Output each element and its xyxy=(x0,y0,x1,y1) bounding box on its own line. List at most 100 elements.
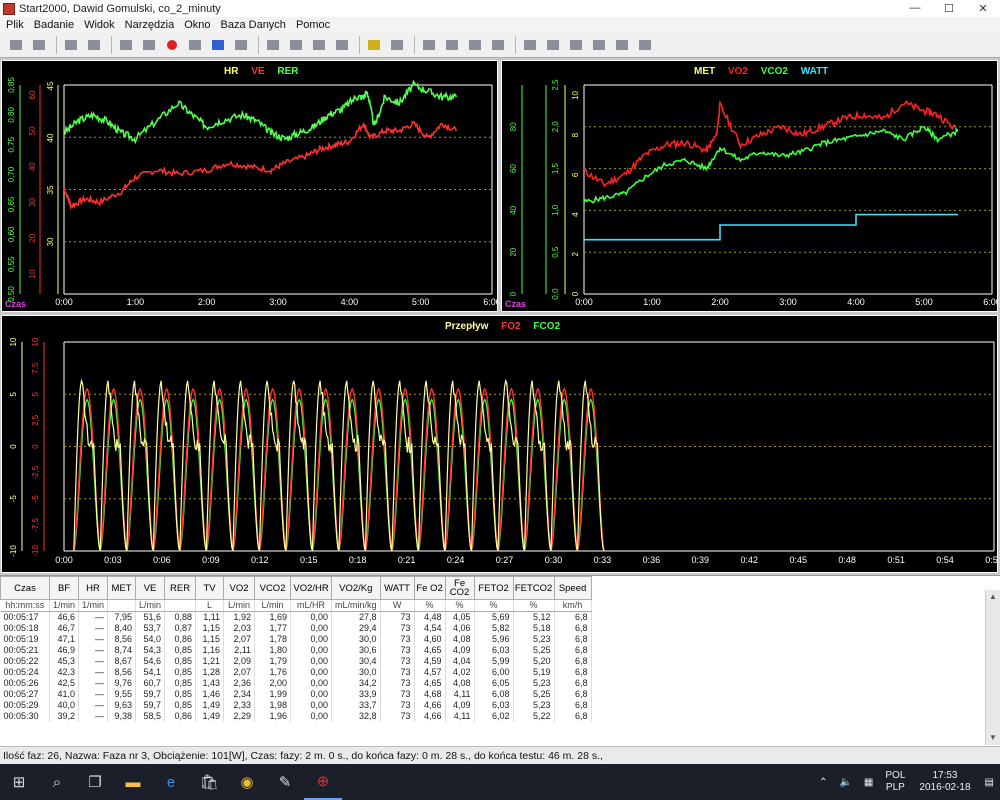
search-icon[interactable]: ⌕ xyxy=(38,764,76,800)
table-row[interactable]: 00:05:17 46,6—7,95 51,6 0,88 1,11 1,92 1,69 0,0… xyxy=(0,611,592,623)
notifications-icon[interactable]: ▤ xyxy=(985,777,994,788)
table-row[interactable]: 00:05:26 42,5—9,76 60,7 0,85 1,43 2,36 2,00 0,0… xyxy=(0,678,592,689)
arrow-right-icon[interactable] xyxy=(116,36,136,54)
chrome-icon[interactable]: ◉ xyxy=(228,764,266,800)
menu-baza-danych[interactable]: Baza Danych xyxy=(221,19,286,31)
zoom-minus-icon[interactable] xyxy=(488,36,508,54)
column-header[interactable]: FETCO2 xyxy=(512,576,555,600)
co-icon[interactable] xyxy=(635,36,655,54)
print-icon[interactable] xyxy=(61,36,81,54)
table-row[interactable]: 00:05:18 46,7—8,40 53,7 0,87 1,15 2,03 1,77 0,0… xyxy=(0,623,592,634)
column-header[interactable]: VO2/Kg xyxy=(331,576,381,600)
table-cell: 5,82 xyxy=(474,623,514,634)
maximize-button[interactable]: ☐ xyxy=(932,2,966,15)
menu-narzedzia[interactable]: Narzędzia xyxy=(125,19,175,31)
settings-icon[interactable] xyxy=(309,36,329,54)
app-icon[interactable]: ✎ xyxy=(266,764,304,800)
ve-tick-label: 40 xyxy=(28,162,37,171)
table-cell: 29,4 xyxy=(331,623,381,634)
import-icon[interactable] xyxy=(263,36,283,54)
column-header[interactable]: WATT xyxy=(379,576,415,600)
go-icon[interactable] xyxy=(139,36,159,54)
column-header[interactable]: VO2 xyxy=(223,576,256,600)
task-view-icon[interactable]: ❐ xyxy=(76,764,114,800)
table-cell: 2,33 xyxy=(223,700,256,711)
store-icon[interactable]: 🛍 xyxy=(190,764,228,800)
menu-badanie[interactable]: Badanie xyxy=(34,19,74,31)
table-row[interactable]: 00:05:19 47,1—8,56 54,0 0,86 1,15 2,07 1,78 0,0… xyxy=(0,634,592,645)
column-header[interactable]: Fe CO2 xyxy=(444,576,475,600)
open-icon[interactable] xyxy=(6,36,26,54)
start2000-icon[interactable]: ⊕ xyxy=(304,764,342,800)
fo2-tick-label: -5 xyxy=(31,495,40,503)
table-cell: 0,00 xyxy=(290,678,333,689)
menu-okno[interactable]: Okno xyxy=(184,19,210,31)
table-row[interactable]: 00:05:22 45,3—8,67 54,6 0,85 1,21 2,09 1,79 0,0… xyxy=(0,656,592,667)
volume-icon[interactable]: 🔈 xyxy=(839,777,851,788)
preview-icon[interactable] xyxy=(84,36,104,54)
table-cell: 2,00 xyxy=(254,678,292,689)
zoom-plus-icon[interactable] xyxy=(465,36,485,54)
column-header[interactable]: MET xyxy=(107,576,137,600)
pointer-icon[interactable] xyxy=(185,36,205,54)
table-row[interactable]: 00:05:30 39,2—9,38 58,5 0,86 1,49 2,29 1,96 0,0… xyxy=(0,711,592,722)
scroll-down-arrow-icon[interactable]: ▼ xyxy=(986,731,1000,745)
met-tick-label: 8 xyxy=(571,132,580,137)
scroll-up-arrow-icon[interactable]: ▲ xyxy=(986,590,1000,604)
question-icon[interactable] xyxy=(364,36,384,54)
table-row[interactable]: 00:05:24 42,3—8,56 54,1 0,85 1,28 2,07 1,76 0,0… xyxy=(0,667,592,678)
column-header[interactable]: VE xyxy=(135,576,166,600)
column-header[interactable]: Czas xyxy=(0,576,50,600)
chart-icon[interactable] xyxy=(543,36,563,54)
column-header[interactable]: FETO2 xyxy=(473,576,514,600)
x-tick-label: 0:00 xyxy=(55,297,73,307)
calculator-icon[interactable] xyxy=(231,36,251,54)
unit-cell: mL/HR xyxy=(290,599,333,612)
table-cell: 0,85 xyxy=(164,700,197,711)
table-row[interactable]: 00:05:29 40,0—9,63 59,7 0,85 1,49 2,33 1,98 0,0… xyxy=(0,700,592,711)
windows-start-icon[interactable]: ⊞ xyxy=(0,764,38,800)
menu-plik[interactable]: Plik xyxy=(6,19,24,31)
column-header[interactable]: TV xyxy=(195,576,225,600)
zoom-in-icon[interactable] xyxy=(419,36,439,54)
menu-bar: Plik Badanie Widok Narzędzia Okno Baza D… xyxy=(0,17,1000,32)
grid-icon[interactable] xyxy=(612,36,632,54)
menu-pomoc[interactable]: Pomoc xyxy=(296,19,330,31)
wrench-icon[interactable] xyxy=(332,36,352,54)
column-header[interactable]: RER xyxy=(164,576,197,600)
chevron-up-icon[interactable]: ⌃ xyxy=(819,777,827,788)
column-header[interactable]: Fe O2 xyxy=(413,576,446,600)
menu-widok[interactable]: Widok xyxy=(84,19,115,31)
table-cell: 5,19 xyxy=(513,667,555,678)
wave-icon[interactable] xyxy=(520,36,540,54)
table-row[interactable]: 00:05:27 41,0—9,55 59,7 0,85 1,46 2,34 1,99 0,0… xyxy=(0,689,592,700)
ve-tick-label: 50 xyxy=(28,126,37,135)
table-cell: 40,0 xyxy=(49,700,80,711)
table-row[interactable]: 00:05:21 46,9—8,74 54,3 0,85 1,16 2,11 1,80 0,0… xyxy=(0,645,592,656)
column-header[interactable]: BF xyxy=(48,576,80,600)
language-indicator[interactable]: POL PLP xyxy=(885,770,905,794)
edge-icon[interactable]: e xyxy=(152,764,190,800)
table-cell: 00:05:22 xyxy=(0,656,50,667)
minimize-button[interactable]: — xyxy=(898,2,932,15)
export-icon[interactable] xyxy=(286,36,306,54)
table-icon[interactable] xyxy=(589,36,609,54)
network-icon[interactable]: ▦ xyxy=(864,777,873,788)
table-cell: — xyxy=(78,645,109,656)
pen-icon[interactable] xyxy=(208,36,228,54)
table-scrollbar[interactable]: ▲ ▼ xyxy=(985,590,1000,745)
column-header[interactable]: Speed xyxy=(553,576,592,600)
clock[interactable]: 17:53 2016-02-18 xyxy=(919,770,970,794)
hand-icon[interactable] xyxy=(387,36,407,54)
save-icon[interactable] xyxy=(29,36,49,54)
column-header[interactable]: HR xyxy=(78,576,109,600)
hr-tick-label: 40 xyxy=(46,133,55,142)
close-button[interactable]: ✕ xyxy=(966,2,1000,15)
zoom-out-icon[interactable] xyxy=(442,36,462,54)
column-header[interactable]: VCO2 xyxy=(254,576,292,600)
sensor-icon[interactable] xyxy=(566,36,586,54)
file-explorer-icon[interactable]: ▬ xyxy=(114,764,152,800)
record-icon[interactable] xyxy=(162,36,182,54)
table-cell: 1,99 xyxy=(254,689,292,700)
column-header[interactable]: VO2/HR xyxy=(290,576,333,600)
